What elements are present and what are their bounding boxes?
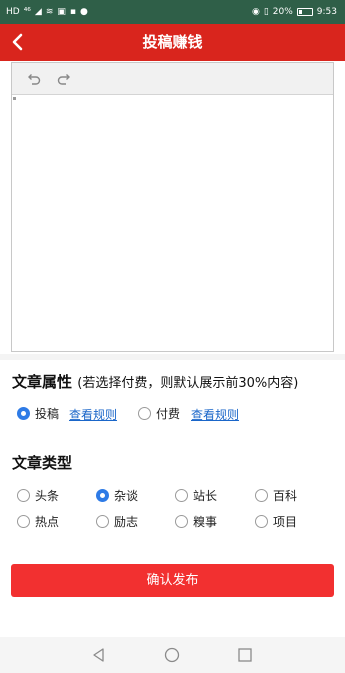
signal-label: ⁴⁶ <box>23 7 31 17</box>
redo-icon[interactable] <box>57 71 73 87</box>
radio-encyclopedia[interactable] <box>255 489 268 502</box>
view-rules-link-submission[interactable]: 查看规则 <box>69 406 117 423</box>
radio-funny[interactable] <box>175 515 188 528</box>
radio-inspiration[interactable] <box>96 515 109 528</box>
nav-back-icon[interactable] <box>89 645 109 665</box>
attributes-note: (若选择付费，则默认展示前30%内容) <box>77 376 299 391</box>
radio-paid[interactable] <box>138 407 151 420</box>
wechat-icon: ● <box>80 7 88 17</box>
type-option-label: 热点 <box>35 515 60 529</box>
clock: 9:53 <box>316 7 337 17</box>
section-divider <box>0 354 345 360</box>
type-option-label: 站长 <box>193 489 218 503</box>
type-option-label: 励志 <box>114 515 139 529</box>
status-bar: HD ⁴⁶ ◢ ≋ ▣ ▪ ● ◉ ▯ 20% 9:53 <box>0 0 345 24</box>
attribute-option-submission[interactable]: 投稿 <box>17 405 59 422</box>
type-option-webmaster[interactable]: 站长 <box>175 487 217 504</box>
view-rules-link-paid[interactable]: 查看规则 <box>191 406 239 423</box>
battery-icon <box>296 8 313 16</box>
radio-chat[interactable] <box>96 489 109 502</box>
hd-icon: HD <box>6 7 20 17</box>
type-option-label: 项目 <box>273 515 298 529</box>
confirm-publish-button[interactable]: 确认发布 <box>11 564 334 597</box>
type-option-project[interactable]: 项目 <box>255 513 297 530</box>
type-option-label: 杂谈 <box>114 489 139 503</box>
undo-icon[interactable] <box>25 71 41 87</box>
attribute-option-paid[interactable]: 付费 <box>138 405 180 422</box>
editor-caret <box>13 97 16 100</box>
attributes-title: 文章属性 <box>12 373 73 391</box>
radio-hot[interactable] <box>17 515 30 528</box>
type-option-headline[interactable]: 头条 <box>17 487 59 504</box>
status-right: ◉ ▯ 20% 9:53 <box>252 6 337 18</box>
type-option-encyclopedia[interactable]: 百科 <box>255 487 297 504</box>
type-option-funny[interactable]: 糗事 <box>175 513 217 530</box>
attribute-option-label: 付费 <box>156 407 181 421</box>
wifi-icon: ≋ <box>45 7 54 17</box>
type-option-label: 头条 <box>35 489 60 503</box>
status-left: HD ⁴⁶ ◢ ≋ ▣ ▪ ● <box>6 6 88 18</box>
radio-project[interactable] <box>255 515 268 528</box>
vibrate-icon: ▯ <box>263 7 269 17</box>
attributes-heading: 文章属性 (若选择付费，则默认展示前30%内容) <box>12 371 298 392</box>
nav-home-icon[interactable] <box>162 645 182 665</box>
system-nav-bar <box>0 637 345 673</box>
editor-toolbar <box>12 63 333 95</box>
type-option-label: 糗事 <box>193 515 218 529</box>
radio-submission[interactable] <box>17 407 30 420</box>
nav-recents-icon[interactable] <box>235 645 255 665</box>
rich-text-editor <box>11 62 334 352</box>
battery-percent: 20% <box>272 7 293 17</box>
app-icon: ▪ <box>69 7 77 17</box>
attribute-option-label: 投稿 <box>35 407 60 421</box>
type-option-inspiration[interactable]: 励志 <box>96 513 138 530</box>
editor-content-area[interactable] <box>12 96 333 351</box>
types-heading: 文章类型 <box>12 452 72 473</box>
types-title: 文章类型 <box>12 454 73 472</box>
notification-icon: ▣ <box>57 7 66 17</box>
signal-icon: ◢ <box>34 7 42 17</box>
page-title: 投稿赚钱 <box>142 33 203 51</box>
eye-icon: ◉ <box>251 7 260 17</box>
app-header: 投稿赚钱 <box>0 24 345 61</box>
radio-headline[interactable] <box>17 489 30 502</box>
type-option-chat[interactable]: 杂谈 <box>96 487 138 504</box>
type-option-hot[interactable]: 热点 <box>17 513 59 530</box>
type-option-label: 百科 <box>273 489 298 503</box>
radio-webmaster[interactable] <box>175 489 188 502</box>
